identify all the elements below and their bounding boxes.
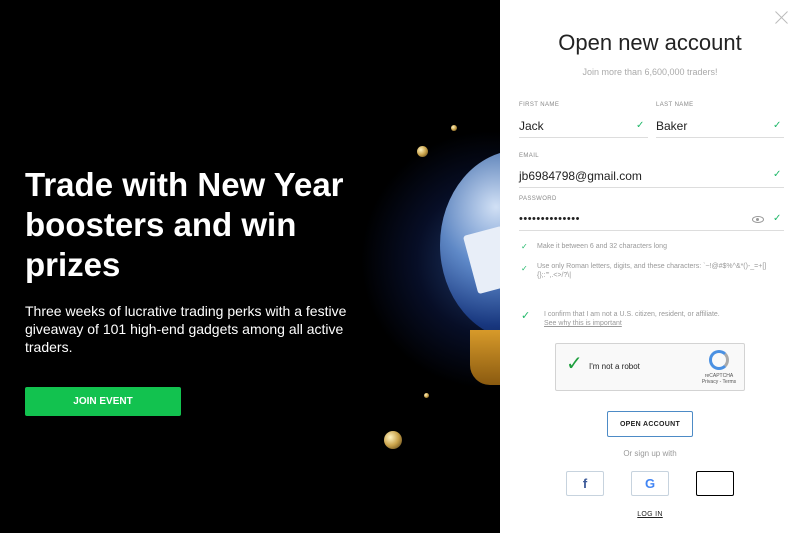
captcha-check-icon: ✓ [566, 353, 583, 375]
password-field[interactable]: •••••••••••••• [519, 209, 784, 231]
facebook-icon: f [582, 476, 588, 491]
captcha-links[interactable]: Privacy - Terms [702, 379, 736, 385]
password-rule-length: Make it between 6 and 32 characters long [537, 243, 667, 250]
recaptcha-logo-icon [709, 350, 729, 370]
ornament-ball [424, 393, 429, 398]
social-signup-label: Or sign up with [623, 449, 677, 458]
promo-banner: Trade with New Year boosters and win pri… [0, 0, 500, 533]
ornament-ball [384, 431, 402, 449]
confirm-text-block: I confirm that I am not a U.S. citizen, … [544, 310, 764, 328]
open-account-button[interactable]: OPEN ACCOUNT [607, 411, 693, 437]
promo-headline: Trade with New Year boosters and win pri… [25, 166, 344, 283]
confirm-checkbox[interactable]: ✓ [521, 311, 530, 322]
email-valid-icon: ✓ [773, 169, 782, 180]
email-label: EMAIL [519, 153, 540, 159]
eye-icon[interactable] [752, 216, 764, 223]
first-name-field[interactable]: Jack [519, 116, 648, 138]
facebook-signup-button[interactable]: f [566, 471, 604, 496]
recaptcha-widget[interactable]: ✓ I'm not a robot reCAPTCHA Privacy - Te… [555, 343, 745, 391]
signup-panel: Open new account Join more than 6,600,00… [500, 0, 800, 533]
promo-description: Three weeks of lucrative trading perks w… [25, 303, 347, 355]
first-name-label: FIRST NAME [519, 102, 560, 108]
ornament-ball [451, 125, 457, 131]
google-icon: G [644, 476, 656, 491]
last-name-valid-icon: ✓ [773, 120, 782, 131]
first-name-valid-icon: ✓ [636, 120, 645, 131]
form-subtitle: Join more than 6,600,000 traders! [582, 67, 718, 77]
ornament-ball [417, 146, 428, 157]
login-link[interactable]: LOG IN [500, 511, 800, 518]
password-label: PASSWORD [519, 196, 557, 202]
confirm-text: I confirm that I am not a U.S. citizen, … [544, 311, 720, 318]
email-field[interactable]: jb6984798@gmail.com [519, 166, 784, 188]
captcha-brand: reCAPTCHA Privacy - Terms [701, 373, 737, 385]
form-title: Open new account [558, 30, 742, 55]
snow-globe-base [470, 330, 500, 385]
rule-check-icon: ✓ [521, 242, 528, 251]
password-valid-icon: ✓ [773, 213, 782, 224]
join-event-button[interactable]: JOIN EVENT [25, 387, 181, 416]
confirm-info-link[interactable]: See why this is important [544, 320, 622, 327]
password-rule-chars: Use only Roman letters, digits, and thes… [537, 263, 767, 279]
last-name-label: LAST NAME [656, 102, 694, 108]
apple-signup-button[interactable] [696, 471, 734, 496]
close-icon[interactable] [775, 11, 788, 24]
last-name-field[interactable]: Baker [656, 116, 784, 138]
rule-check-icon: ✓ [521, 264, 528, 273]
captcha-label: I'm not a robot [589, 362, 640, 371]
google-signup-button[interactable]: G [631, 471, 669, 496]
